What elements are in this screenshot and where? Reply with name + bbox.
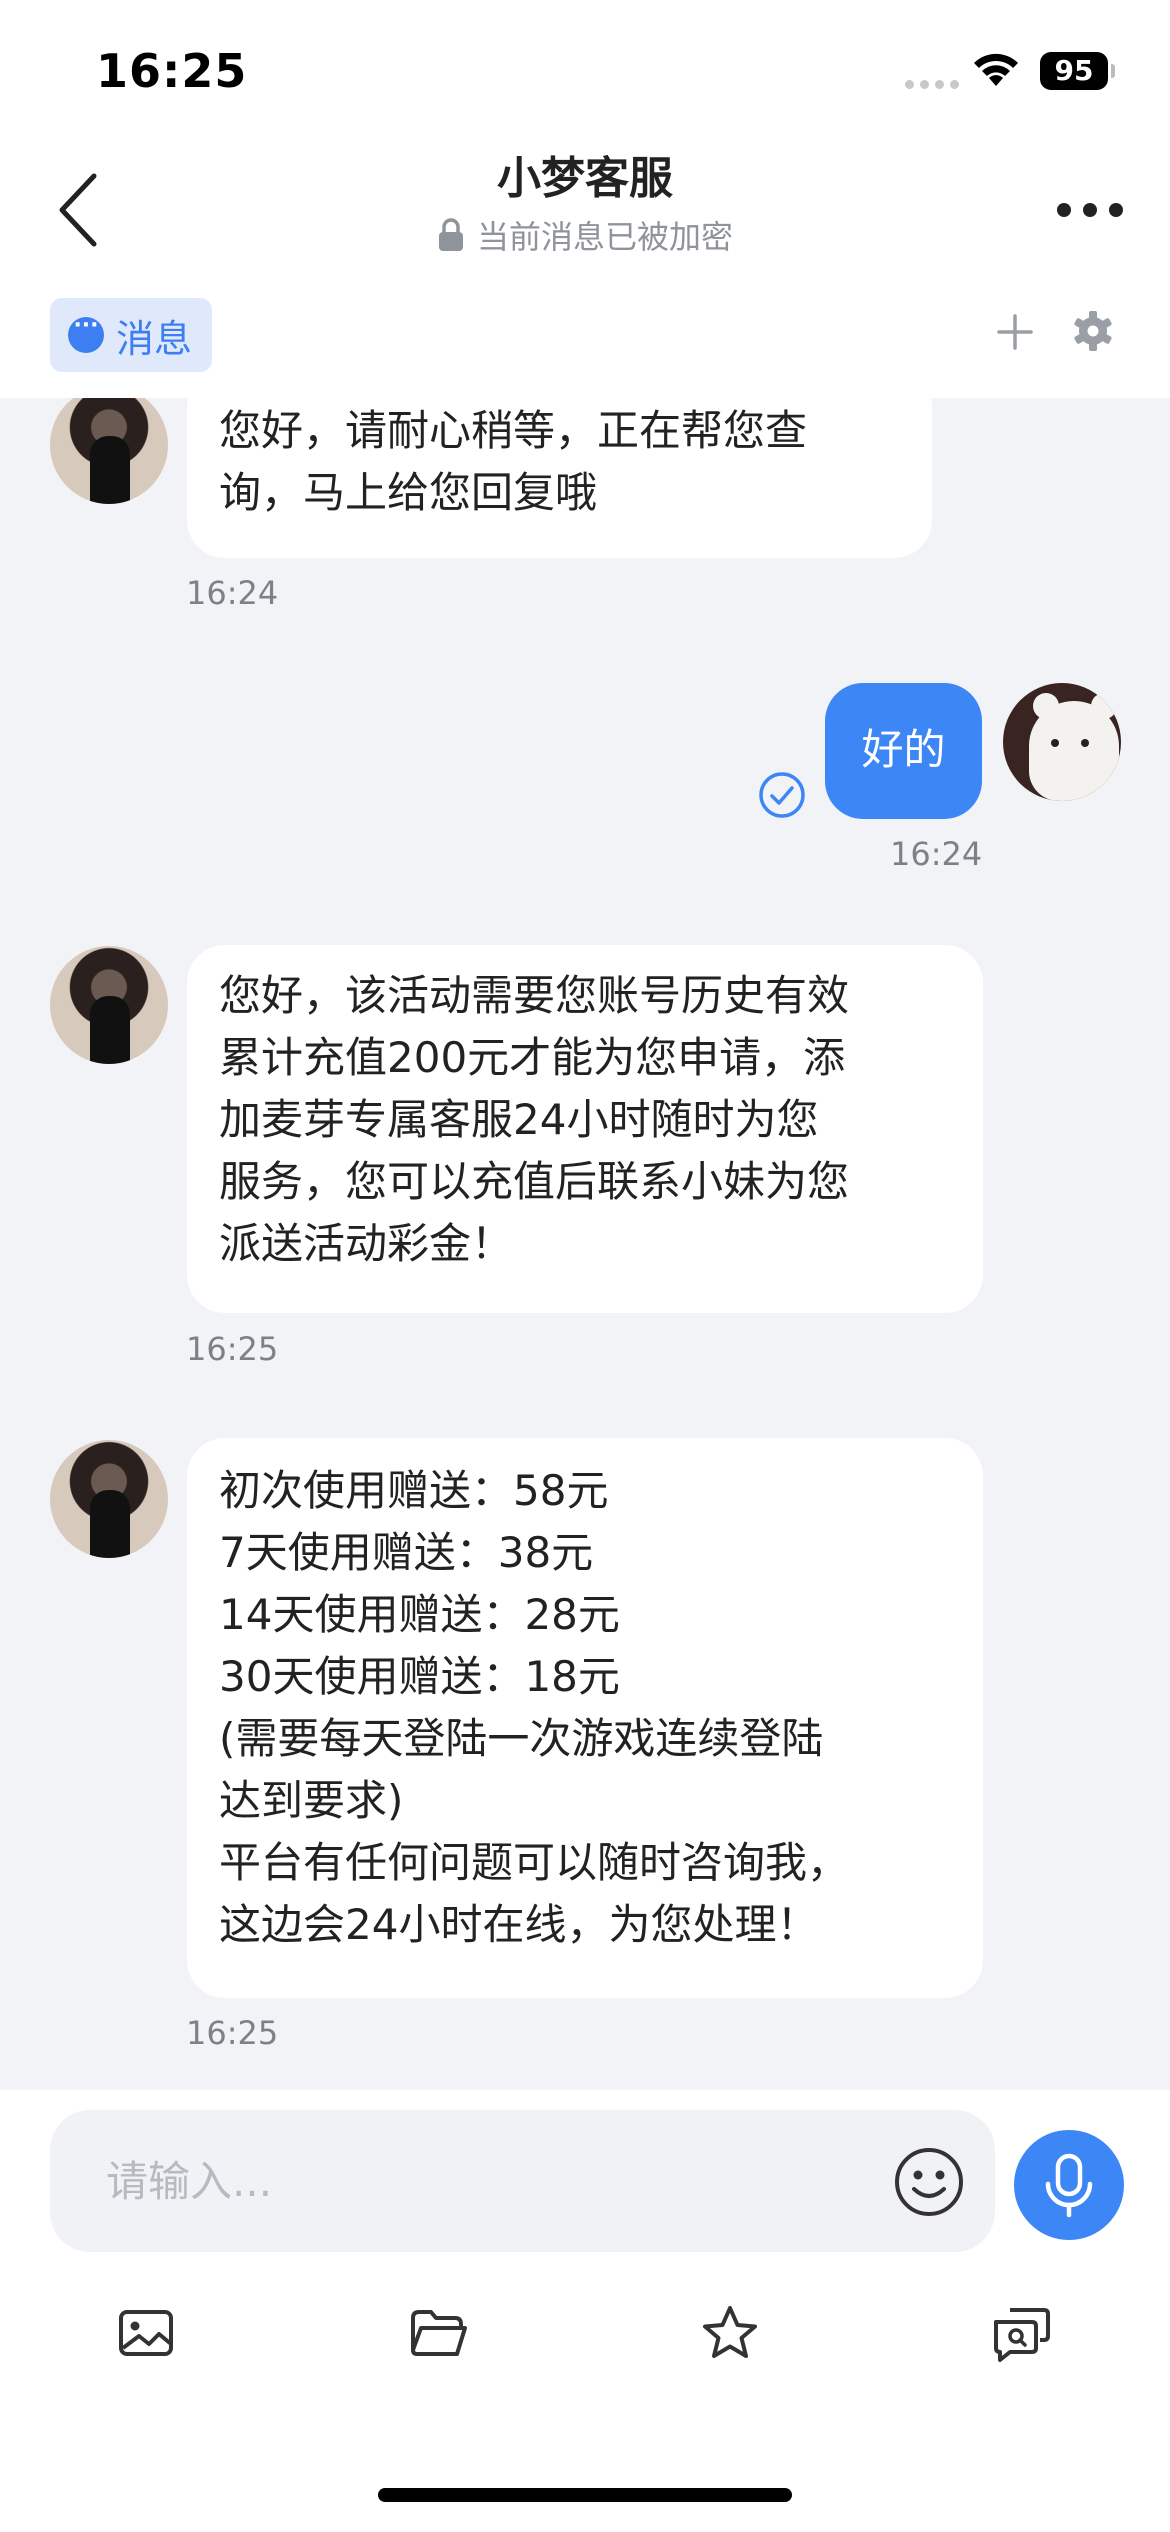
- message-timestamp: 16:25: [186, 1330, 279, 1368]
- message-timestamp: 16:25: [186, 2014, 279, 2052]
- avatar[interactable]: [50, 946, 168, 1064]
- message-input-container[interactable]: [50, 2110, 995, 2252]
- message-bubble-agent[interactable]: 您好，该活动需要您账号历史有效 累计充值200元才能为您申请，添 加麦芽专属客服…: [187, 945, 983, 1313]
- star-icon[interactable]: [697, 2300, 763, 2366]
- status-time: 16:25: [96, 44, 248, 98]
- status-bar: 16:25 95: [0, 0, 1170, 130]
- page-title: 小梦客服: [497, 153, 673, 204]
- home-indicator[interactable]: [378, 2488, 792, 2502]
- avatar[interactable]: [50, 398, 168, 504]
- folder-icon[interactable]: [405, 2300, 471, 2366]
- message-timestamp: 16:24: [186, 574, 279, 612]
- message-list[interactable]: 您好，请耐心稍等，正在帮您查 询，马上给您回复哦 16:24 好的 16:24 …: [0, 398, 1170, 2090]
- wifi-icon: [974, 53, 1018, 86]
- plus-icon[interactable]: [990, 302, 1040, 362]
- read-check-icon: [759, 772, 805, 818]
- smiley-icon[interactable]: [892, 2145, 966, 2219]
- cellular-signal-icon: [905, 80, 959, 89]
- voice-button[interactable]: [1014, 2130, 1124, 2240]
- avatar[interactable]: [50, 1440, 168, 1558]
- encryption-notice: 当前消息已被加密: [0, 212, 1170, 258]
- message-bubble-mine[interactable]: 好的: [825, 683, 982, 819]
- lock-icon: [438, 218, 463, 251]
- chat-screen: 16:25 95 小梦客服 当前消息已被加密 消息: [0, 0, 1170, 2532]
- image-icon[interactable]: [113, 2300, 179, 2366]
- tab-messages[interactable]: 消息: [50, 298, 213, 372]
- encryption-text: 当前消息已被加密: [476, 218, 733, 256]
- gear-icon[interactable]: [1070, 306, 1116, 356]
- tab-row: 消息: [0, 290, 1170, 398]
- more-horizontal-icon[interactable]: [1050, 185, 1130, 235]
- microphone-icon: [1045, 2153, 1093, 2218]
- avatar[interactable]: [1003, 683, 1121, 801]
- message-bubble-icon: [68, 313, 104, 353]
- battery-cap: [1111, 64, 1115, 78]
- message-input[interactable]: [104, 2140, 888, 2222]
- message-bubble-agent[interactable]: 初次使用赠送：58元 7天使用赠送：38元 14天使用赠送：28元 30天使用赠…: [187, 1438, 983, 1998]
- chat-header: 小梦客服 当前消息已被加密: [0, 130, 1170, 290]
- tab-messages-label: 消息: [116, 316, 193, 361]
- chat-switch-icon[interactable]: [988, 2300, 1054, 2366]
- message-timestamp: 16:24: [890, 835, 983, 873]
- battery-level: 95: [1040, 52, 1108, 90]
- message-bubble-agent[interactable]: 您好，请耐心稍等，正在帮您查 询，马上给您回复哦: [187, 398, 932, 558]
